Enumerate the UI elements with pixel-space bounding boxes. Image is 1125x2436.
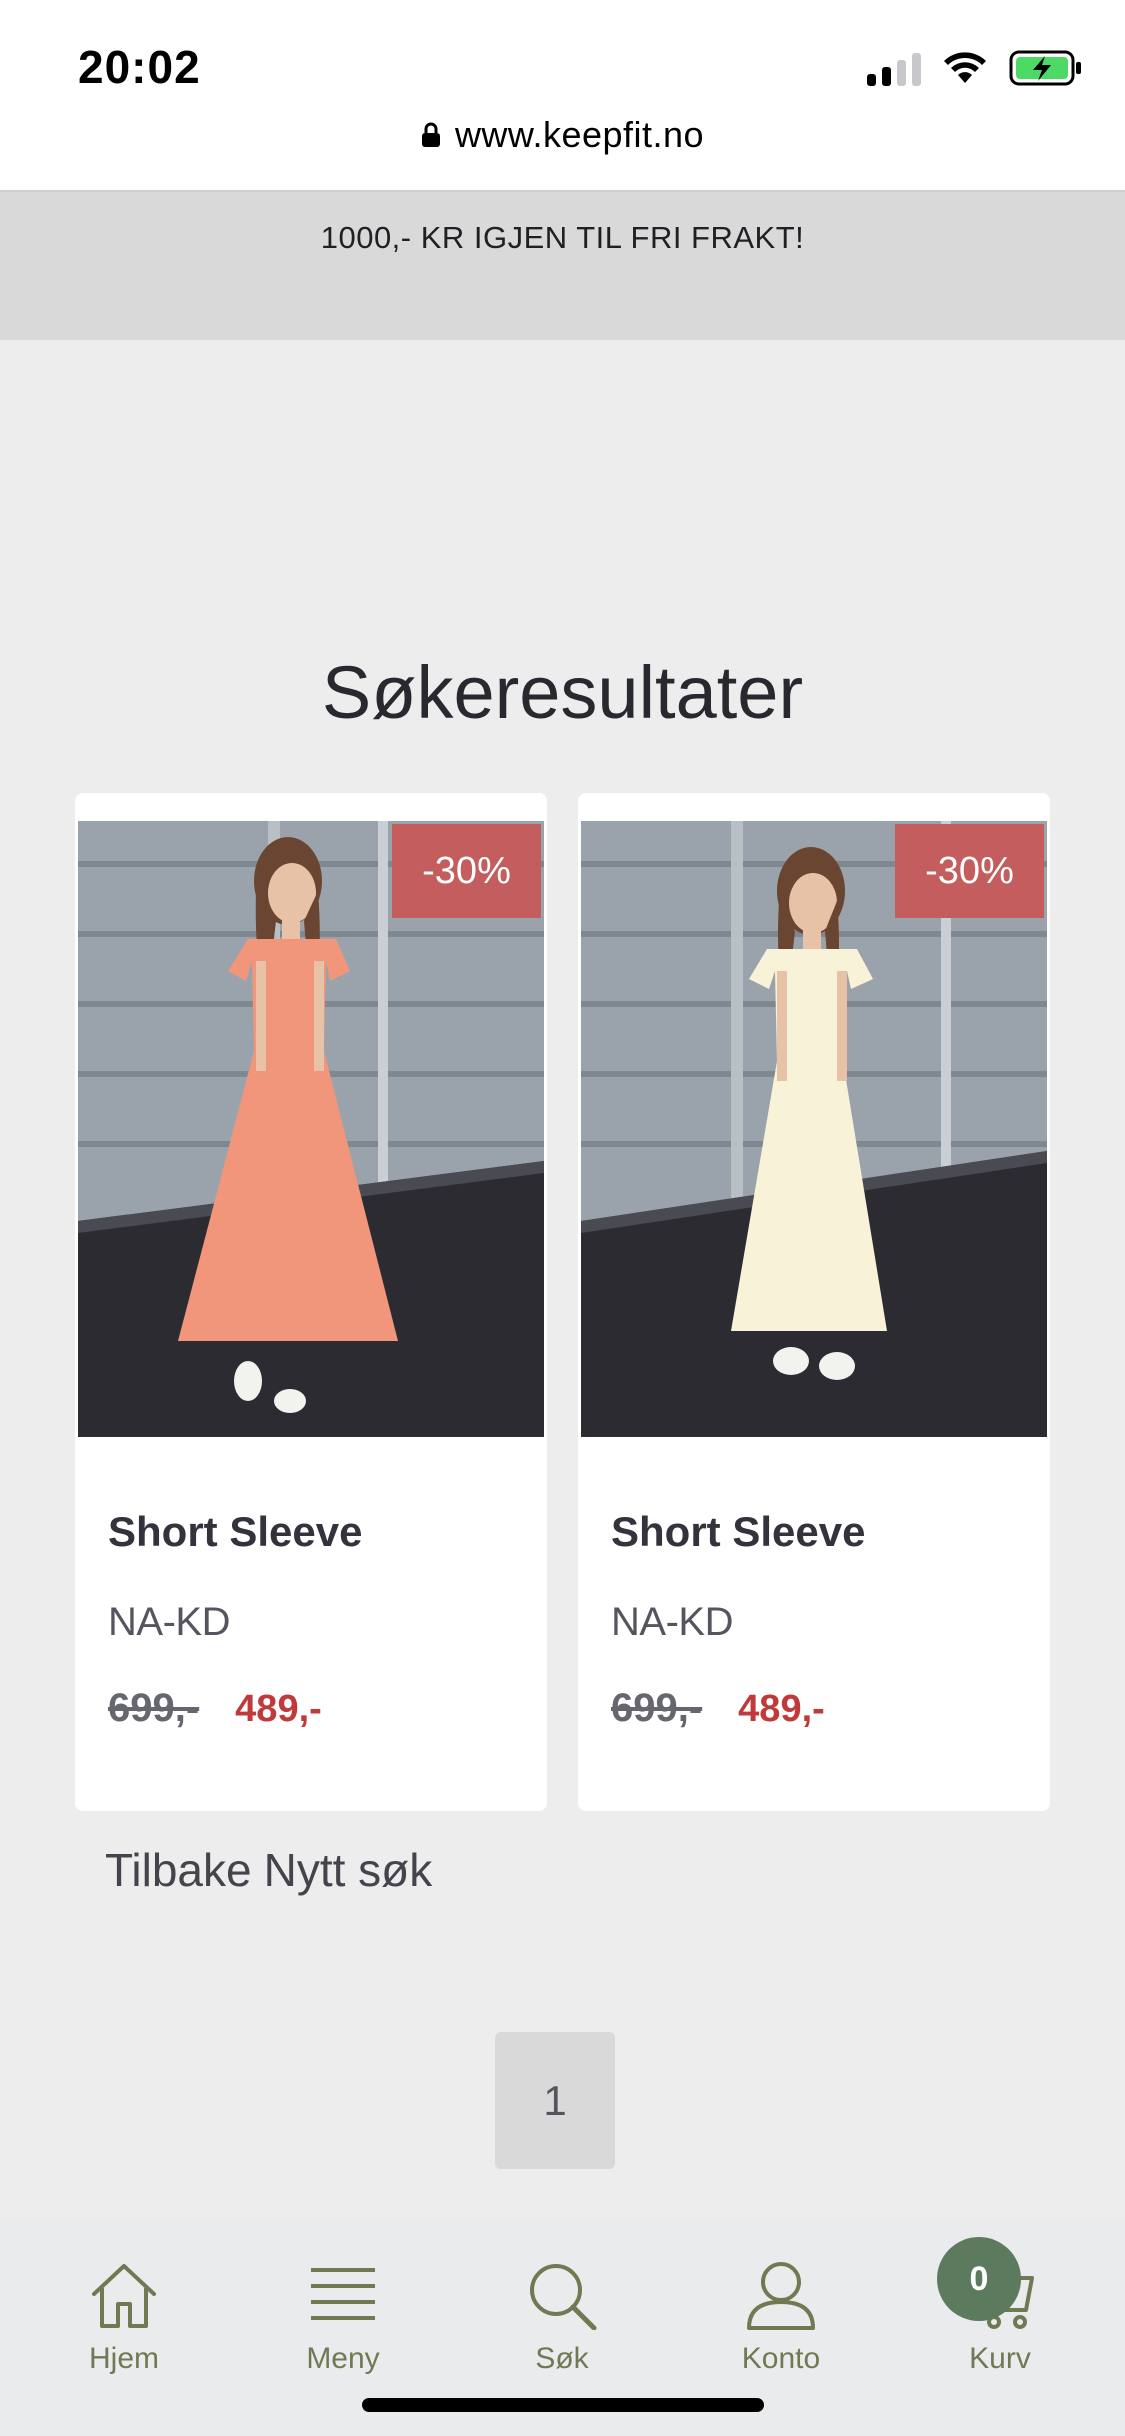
product-brand: NA-KD — [611, 1600, 733, 1644]
product-image[interactable]: -30% — [581, 821, 1047, 1437]
nav-item-search[interactable]: Søk — [482, 2260, 642, 2376]
nav-label-search: Søk — [535, 2342, 589, 2375]
new-search-link[interactable]: Nytt søk — [264, 1843, 433, 1897]
wifi-icon — [944, 52, 986, 83]
product-card[interactable]: -30% Short Sleeve NA-KD 699,- 489,- — [578, 793, 1050, 1811]
nav-item-home[interactable]: Hjem — [44, 2260, 204, 2376]
nav-item-menu[interactable]: Meny — [263, 2260, 423, 2376]
browser-header: 20:02 www.keepfit.no — [0, 0, 1125, 190]
search-actions: Tilbake Nytt søk — [105, 1843, 432, 1897]
nav-label-account: Konto — [741, 2342, 821, 2375]
search-icon — [530, 2264, 597, 2330]
nav-label-cart: Kurv — [969, 2342, 1031, 2375]
page-title: Søkeresultater — [321, 651, 804, 734]
status-time: 20:02 — [78, 41, 201, 93]
product-prices: 699,- 489,- — [611, 1686, 825, 1731]
status-icons — [867, 48, 1083, 88]
address-bar[interactable]: www.keepfit.no — [0, 110, 1125, 160]
url-text: www.keepfit.no — [454, 114, 705, 155]
discount-badge: -30% — [895, 824, 1044, 918]
product-card[interactable]: -30% Short Sleeve NA-KD 699,- 489,- — [75, 793, 547, 1811]
cellular-signal-icon — [867, 50, 921, 86]
nav-label-menu: Meny — [306, 2342, 380, 2375]
announcement-bar: 1000,- KR IGJEN TIL FRI FRAKT! — [0, 190, 1125, 340]
cart-count-badge[interactable]: 0 — [937, 2237, 1021, 2321]
product-title[interactable]: Short Sleeve — [108, 1508, 362, 1556]
account-icon — [747, 2262, 815, 2330]
pagination-page-button[interactable]: 1 — [495, 2032, 615, 2169]
menu-icon — [311, 2268, 375, 2320]
home-indicator[interactable] — [362, 2398, 764, 2412]
sale-price: 489,- — [235, 1688, 322, 1730]
home-icon — [92, 2264, 156, 2328]
product-brand: NA-KD — [108, 1600, 230, 1644]
nav-label-home: Hjem — [88, 2342, 159, 2375]
product-image[interactable]: -30% — [78, 821, 544, 1437]
product-title[interactable]: Short Sleeve — [611, 1508, 865, 1556]
original-price: 699,- — [611, 1686, 703, 1730]
back-link[interactable]: Tilbake — [105, 1843, 252, 1897]
battery-charging-icon — [1009, 50, 1081, 86]
discount-badge: -30% — [392, 824, 541, 918]
original-price: 699,- — [108, 1686, 200, 1730]
sale-price: 489,- — [738, 1688, 825, 1730]
free-shipping-message: 1000,- KR IGJEN TIL FRI FRAKT! — [320, 220, 805, 255]
product-prices: 699,- 489,- — [108, 1686, 322, 1731]
lock-icon — [421, 122, 440, 147]
nav-item-account[interactable]: Konto — [701, 2260, 861, 2376]
